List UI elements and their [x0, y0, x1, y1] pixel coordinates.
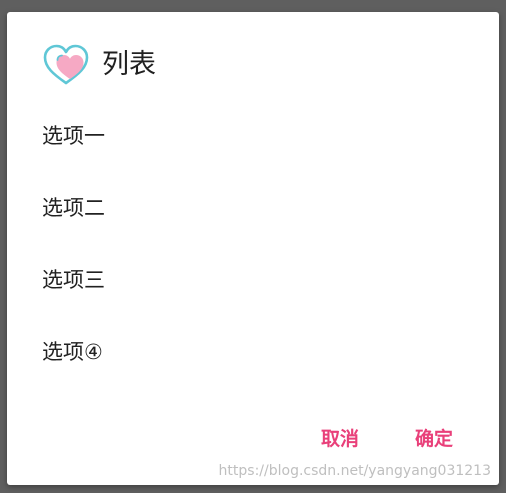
dialog-actions: 取消 确定: [321, 424, 453, 451]
option-list: 选项一 选项二 选项三 选项④: [42, 100, 105, 388]
dialog-header: 列表: [43, 42, 156, 88]
heart-icon: [43, 44, 89, 85]
dialog-title: 列表: [102, 49, 156, 80]
watermark: https://blog.csdn.net/yangyang031213: [218, 463, 491, 479]
list-item-option-3[interactable]: 选项三: [42, 244, 105, 316]
list-dialog: 列表 选项一 选项二 选项三 选项④ 取消 确定 https://blog.cs…: [7, 12, 499, 485]
confirm-button[interactable]: 确定: [415, 424, 453, 451]
list-item-option-4[interactable]: 选项④: [42, 316, 105, 388]
list-item-option-1[interactable]: 选项一: [42, 100, 105, 172]
list-item-option-2[interactable]: 选项二: [42, 172, 105, 244]
cancel-button[interactable]: 取消: [321, 424, 359, 451]
